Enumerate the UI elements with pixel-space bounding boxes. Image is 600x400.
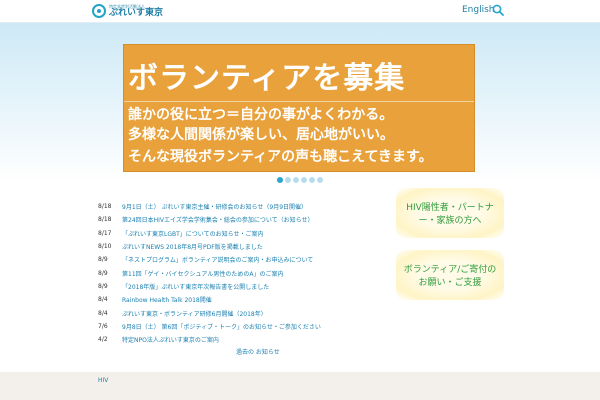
banner-line-3: そんな現役ボランティアの声も聴こえてきます。	[128, 149, 433, 165]
banner-title: ボランティアを募集	[128, 61, 406, 96]
more-news-link[interactable]: 過去の お知らせ	[236, 347, 280, 356]
banner-line-1: 誰かの役に立つ＝自分の事がよくわかる。	[128, 107, 394, 123]
news-date: 4/2	[98, 336, 108, 344]
slider-dot[interactable]	[293, 177, 299, 183]
news-item: 4/2 特定NPO法人ぷれいす東京のご案内	[98, 333, 388, 346]
news-item: 8/17 「ぷれいす東京LGBT」についてのお知らせ・ご案内	[98, 227, 388, 240]
logo-mark-icon	[92, 4, 106, 18]
news-item: 8/9 「ネストプログラム」ボランティア説明会のご案内・お申込みについて	[98, 253, 388, 266]
news-date: 8/17	[98, 229, 112, 237]
footer-strip: HIV	[0, 372, 600, 400]
news-link[interactable]: 9月8日（土） 第6回「ポジティブ・トーク」のお知らせ・ご参加ください	[122, 322, 321, 331]
news-link[interactable]: ぷれいすNEWS 2018年8月号PDF版を掲載しました	[122, 242, 263, 251]
news-item: 8/4 ぷれいす東京・ボランティア研修6月開催（2018年）	[98, 306, 388, 319]
news-item: 7/6 9月8日（土） 第6回「ポジティブ・トーク」のお知らせ・ご参加ください	[98, 320, 388, 333]
news-date: 8/9	[98, 282, 108, 290]
footer-label[interactable]: HIV	[98, 377, 108, 384]
news-date: 7/6	[98, 322, 108, 330]
news-link[interactable]: Rainbow Health Talk 2018開催	[122, 295, 212, 304]
site-header: 特定非営利活動法人 ぷれいす東京 English	[0, 0, 600, 23]
support-button[interactable]: ボランティア/ご寄付の お願い・ご支援	[396, 250, 504, 300]
news-date: 8/4	[98, 296, 108, 304]
news-item: 8/4 Rainbow Health Talk 2018開催	[98, 293, 388, 306]
news-link[interactable]: 第24回日本HIVエイズ学会学術集会・総会の参加について（お知らせ）	[122, 215, 314, 224]
news-link[interactable]: 「2018年版」ぷれいす東京年次報告書を公開しました	[122, 282, 269, 291]
news-date: 8/9	[98, 269, 108, 277]
site-logo[interactable]: 特定非営利活動法人 ぷれいす東京	[92, 3, 163, 19]
slider-dot[interactable]	[285, 177, 291, 183]
news-link[interactable]: 特定NPO法人ぷれいす東京のご案内	[122, 335, 219, 344]
slider-dots	[277, 177, 323, 183]
news-date: 8/4	[98, 309, 108, 317]
news-link[interactable]: 「ぷれいす東京LGBT」についてのお知らせ・ご案内	[122, 229, 263, 238]
news-date: 8/18	[98, 203, 112, 211]
slider-dot[interactable]	[301, 177, 307, 183]
news-list: 8/18 9月1日（土） ぷれいす東京主催・研修会のお知らせ（9月9日開催） 8…	[98, 200, 388, 346]
news-date: 8/9	[98, 256, 108, 264]
news-link[interactable]: 第11回「ゲイ・バイセクシュアル男性のためのA」のご案内	[122, 269, 283, 278]
news-item: 8/9 第11回「ゲイ・バイセクシュアル男性のためのA」のご案内	[98, 266, 388, 279]
news-link[interactable]: 「ネストプログラム」ボランティア説明会のご案内・お申込みについて	[122, 255, 313, 264]
volunteer-banner[interactable]: ボランティアを募集 誰かの役に立つ＝自分の事がよくわかる。 多様な人間関係が楽し…	[123, 44, 475, 172]
news-item: 8/9 「2018年版」ぷれいす東京年次報告書を公開しました	[98, 280, 388, 293]
news-date: 8/10	[98, 243, 112, 251]
news-item: 8/10 ぷれいすNEWS 2018年8月号PDF版を掲載しました	[98, 240, 388, 253]
news-link[interactable]: 9月1日（土） ぷれいす東京主催・研修会のお知らせ（9月9日開催）	[122, 202, 307, 211]
search-icon[interactable]	[492, 4, 504, 16]
news-date: 8/18	[98, 216, 112, 224]
slider-dot[interactable]	[309, 177, 315, 183]
english-link[interactable]: English	[462, 5, 495, 15]
news-link[interactable]: ぷれいす東京・ボランティア研修6月開催（2018年）	[122, 309, 267, 318]
slider-dot[interactable]	[317, 177, 323, 183]
slider-dot[interactable]	[277, 177, 283, 183]
news-item: 8/18 第24回日本HIVエイズ学会学術集会・総会の参加について（お知らせ）	[98, 213, 388, 226]
banner-divider	[124, 101, 474, 102]
logo-title: ぷれいす東京	[109, 7, 164, 18]
hiv-info-button[interactable]: HIV陽性者・パートナー・家族の方へ	[396, 188, 504, 238]
banner-line-2: 多様な人間関係が楽しい、居心地がいい。	[128, 127, 394, 143]
news-item: 8/18 9月1日（土） ぷれいす東京主催・研修会のお知らせ（9月9日開催）	[98, 200, 388, 213]
